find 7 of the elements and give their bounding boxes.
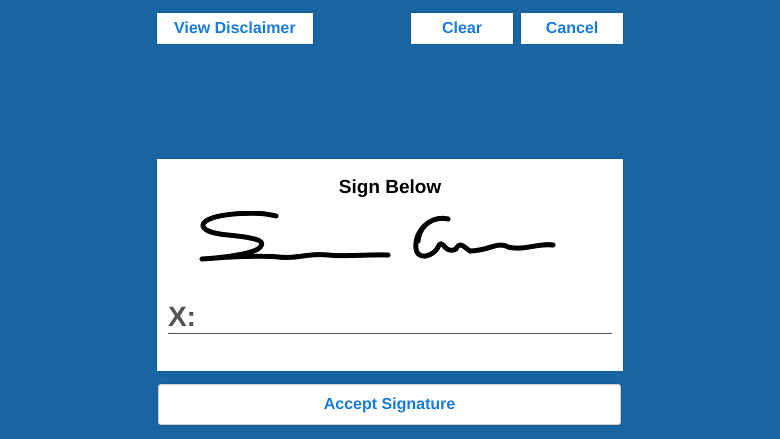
signature-pad[interactable]: Sign Below X: [157,159,623,371]
signature-line-label: X: [168,301,196,333]
toolbar-button[interactable]: Clear [411,13,513,44]
toolbar-button[interactable]: View Disclaimer [157,13,313,44]
toolbar-button[interactable]: Cancel [521,13,623,44]
accept-signature-button[interactable]: Accept Signature [158,384,621,425]
pad-title: Sign Below [338,177,442,199]
